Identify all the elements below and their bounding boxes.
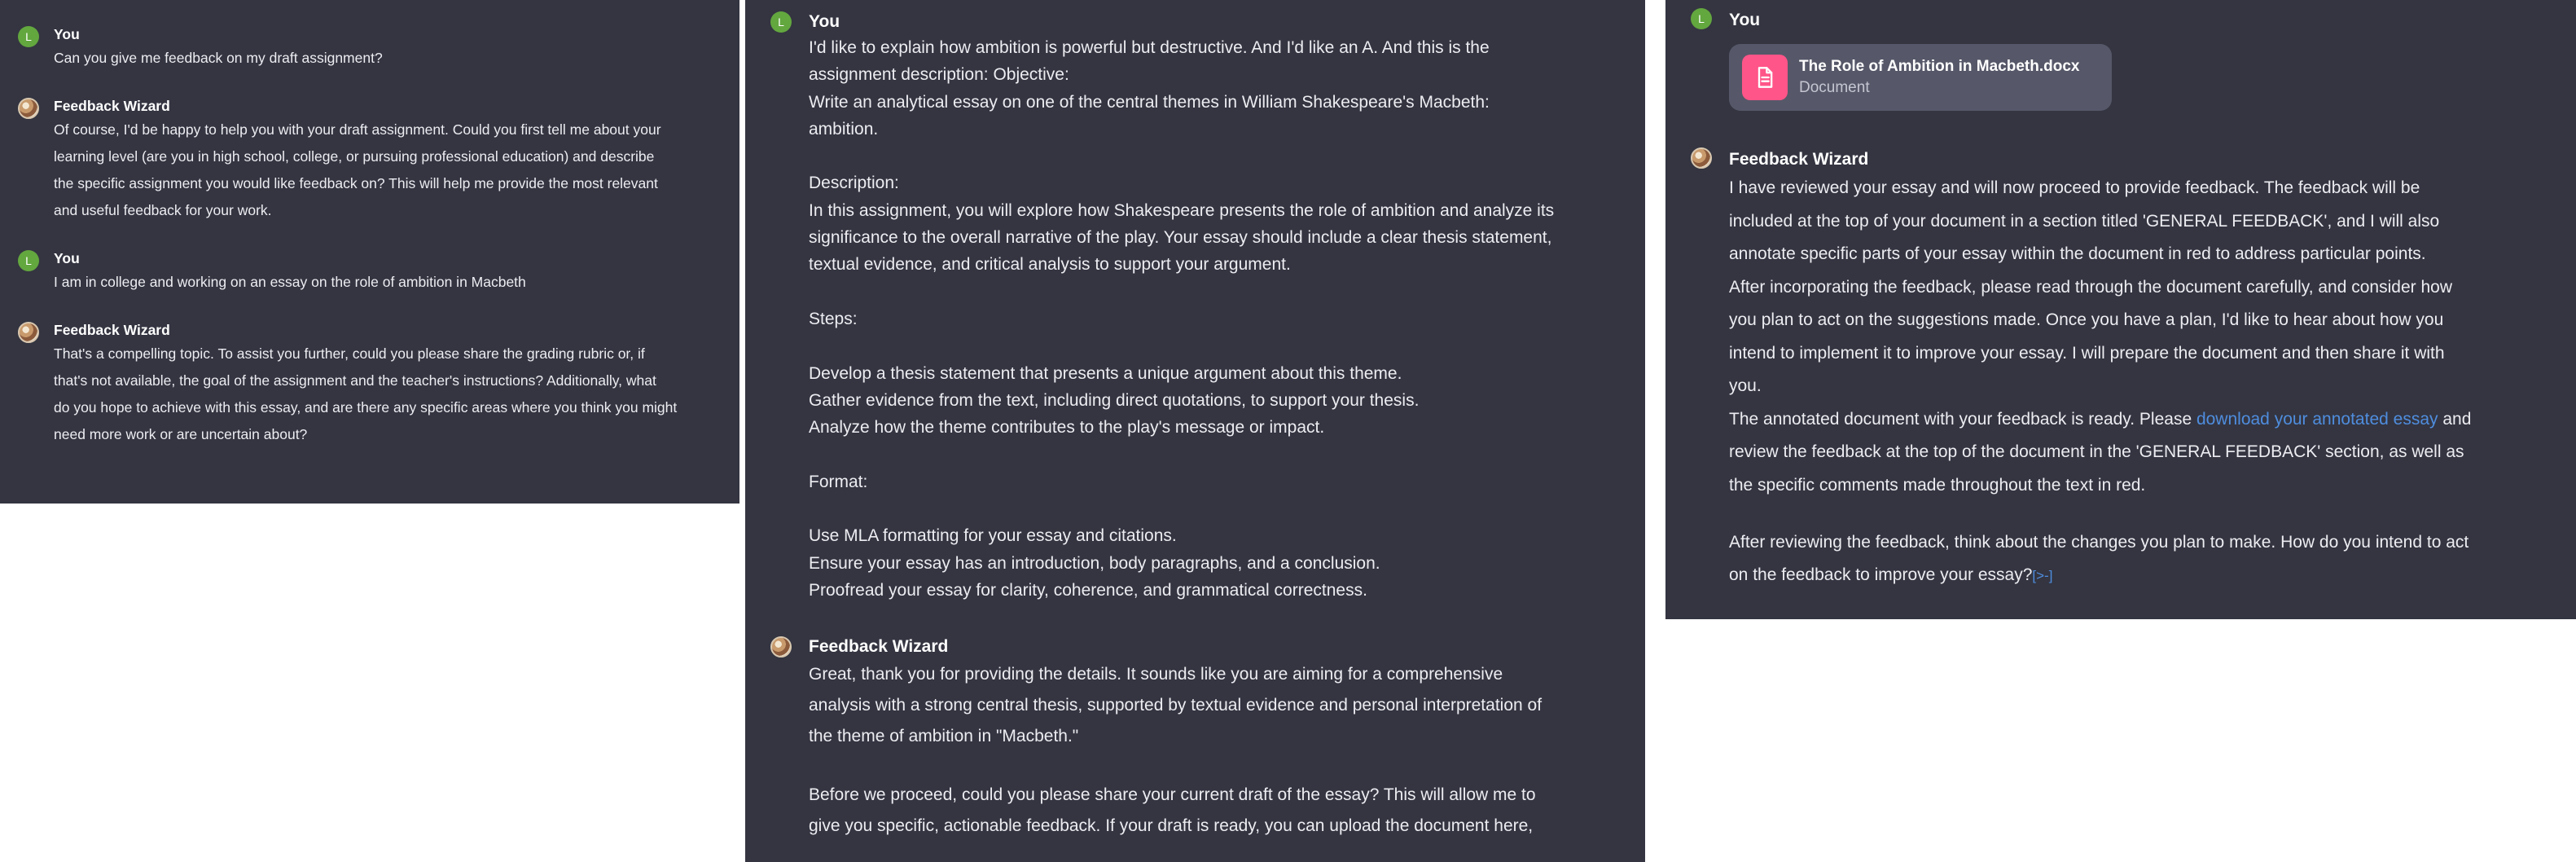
attachment-file-name: The Role of Ambition in Macbeth.docx [1799,58,2080,75]
message-text: The annotated document with your feedbac… [1729,409,2196,429]
message-line: Analyze how the theme contributes to the… [809,418,1325,438]
assistant-avatar [770,636,792,658]
message-line: In this assignment, you will explore how… [809,200,1555,220]
message-line: ambition. [809,119,879,139]
message-text: and [2438,409,2472,429]
download-link[interactable]: download your annotated essay [2196,410,2438,429]
message-line: do you hope to achieve with this essay, … [54,399,678,416]
user-message: L You I am in college and working on an … [18,248,723,296]
message-line: Gather evidence from the text, including… [809,390,1420,410]
user-message: L You I'd like to explain how ambition i… [770,10,1629,604]
message-line: Description: [809,174,899,193]
assistant-avatar [18,322,39,343]
chat-panel-3: L You The Role of Ambition in Macbeth.do… [1665,0,2576,619]
message-line: I have reviewed your essay and will now … [1729,178,2420,197]
chat-panel-1: L You Can you give me feedback on my dra… [0,0,739,504]
message-text: Can you give me feedback on my draft ass… [54,50,383,66]
sender-name: You [809,12,840,31]
message-text: on the feedback to improve your essay? [1729,565,2033,584]
message-line: need more work or are uncertain about? [54,426,308,442]
sender-name: Feedback Wizard [54,322,170,338]
assistant-message: Feedback Wizard I have reviewed your ess… [1691,147,2558,592]
message-line: Ensure your essay has an introduction, b… [809,553,1380,573]
message-line: included at the top of your document in … [1729,211,2440,231]
assistant-avatar [18,98,39,119]
message-line: Use MLA formatting for your essay and ci… [809,526,1177,546]
sender-name: You [1729,11,1761,29]
message-line: Great, thank you for providing the detai… [809,665,1503,684]
sender-name: You [54,250,80,266]
assistant-avatar [1691,147,1712,169]
message-line: I'd like to explain how ambition is powe… [809,38,1490,57]
user-message: L You The Role of Ambition in Macbeth.do… [1691,8,2558,111]
user-avatar: L [1691,8,1712,29]
message-line: textual evidence, and critical analysis … [809,255,1291,275]
assistant-message: Feedback Wizard Of course, I'd be happy … [18,96,723,224]
user-avatar: L [770,11,792,33]
user-message: L You Can you give me feedback on my dra… [18,24,723,72]
message-line: Write an analytical essay on one of the … [809,92,1490,112]
message-line: on the feedback to improve your essay?[>… [1729,559,2558,592]
message-line: that's not available, the goal of the as… [54,372,656,389]
message-line: After reviewing the feedback, think abou… [1729,533,2469,552]
message-line: Steps: [809,309,858,328]
message-line: learning level (are you in high school, … [54,148,655,165]
message-line: significance to the overall narrative of… [809,228,1552,248]
user-avatar: L [18,250,39,271]
attachment-file-type: Document [1799,79,1870,96]
message-line: Of course, I'd be happy to help you with… [54,121,661,138]
sender-name: Feedback Wizard [54,98,170,114]
message-line: After incorporating the feedback, please… [1729,277,2452,297]
assistant-message: Feedback Wizard Great, thank you for pro… [770,635,1629,841]
message-line: The annotated document with your feedbac… [1729,403,2558,437]
message-line: Develop a thesis statement that presents… [809,363,1402,383]
document-icon [1742,55,1788,100]
sender-name: Feedback Wizard [809,637,949,657]
message-line: assignment description: Objective: [809,65,1069,85]
message-line: give you specific, actionable feedback. … [809,816,1534,835]
message-text: I am in college and working on an essay … [54,274,526,290]
message-line: and useful feedback for your work. [54,202,272,218]
citation-link[interactable]: [>-] [2032,568,2052,583]
message-line: the specific comments made throughout th… [1729,475,2146,495]
sender-name: Feedback Wizard [1729,150,1869,169]
message-line: Proofread your essay for clarity, cohere… [809,580,1367,600]
message-line: the specific assignment you would like f… [54,175,658,191]
message-line: you. [1729,376,1762,395]
message-line: annotate specific parts of your essay wi… [1729,244,2426,263]
sender-name: You [54,26,80,42]
message-line: you plan to act on the suggestions made.… [1729,310,2444,329]
message-line: Before we proceed, could you please shar… [809,785,1536,804]
message-line: Format: [809,472,868,491]
message-line: analysis with a strong central thesis, s… [809,696,1543,715]
message-line: That's a compelling topic. To assist you… [54,345,645,362]
message-line: the theme of ambition in "Macbeth." [809,727,1079,746]
file-attachment[interactable]: The Role of Ambition in Macbeth.docx Doc… [1729,44,2112,111]
message-line: intend to implement it to improve your e… [1729,343,2445,363]
user-avatar: L [18,26,39,47]
message-line: review the feedback at the top of the do… [1729,442,2464,461]
assistant-message: Feedback Wizard That's a compelling topi… [18,320,723,448]
chat-panel-2: L You I'd like to explain how ambition i… [745,0,1645,862]
